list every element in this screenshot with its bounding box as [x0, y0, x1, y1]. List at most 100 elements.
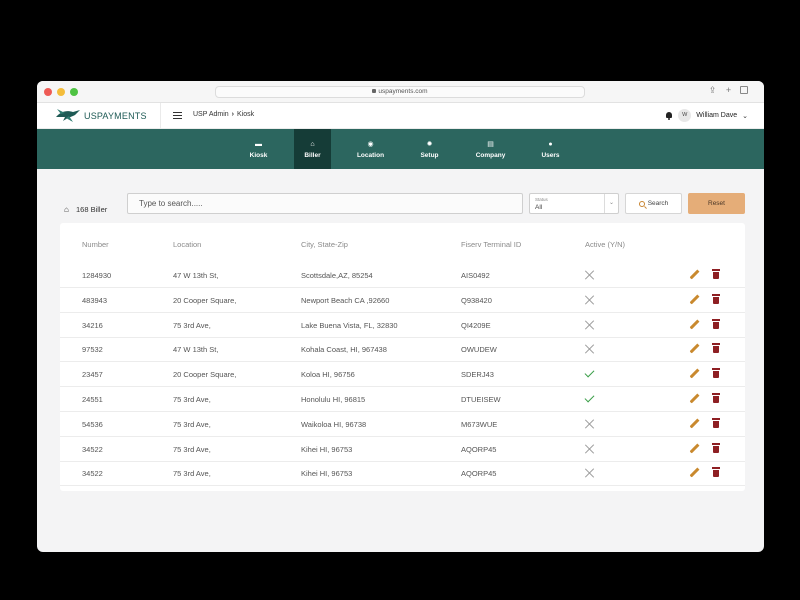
table-row[interactable]: 483943 20 Cooper Square, Newport Beach CA … [60, 288, 745, 313]
pencil-icon[interactable] [688, 467, 700, 479]
table-row[interactable]: 34522 75 3rd Ave, Kihei HI, 96753 AQORP45 [60, 437, 745, 462]
x-icon [585, 419, 595, 429]
menu-icon[interactable] [173, 112, 182, 119]
column-active[interactable]: Active (Y/N) [585, 240, 625, 249]
logo-text: USPAYMENTS [84, 111, 147, 121]
x-icon [585, 295, 595, 305]
avatar[interactable]: W [678, 109, 692, 122]
trash-icon[interactable] [712, 467, 720, 478]
close-window-button[interactable] [44, 88, 52, 96]
table-row[interactable]: 97532 47 W 13th St, Kohala Coast, HI, 9674… [60, 337, 745, 363]
pencil-icon[interactable] [688, 294, 700, 306]
trash-icon[interactable] [712, 417, 720, 428]
breadcrumb-usp-admin[interactable]: USP Admin [193, 111, 229, 118]
nav-kiosk[interactable]: ▬ Kiosk [240, 129, 277, 169]
filter-toolbar: ⌂ 168 Biller Status All ⌄ Search Reset [37, 169, 764, 219]
trash-icon[interactable] [712, 368, 720, 379]
pencil-icon[interactable] [688, 368, 700, 380]
reset-button[interactable]: Reset [688, 193, 745, 214]
lock-icon [372, 89, 377, 93]
breadcrumb: USP Admin › Kiosk [193, 111, 254, 118]
table-row[interactable]: 34522 75 3rd Ave, Kihei HI, 96753 AQORP45 [60, 461, 745, 487]
table-row[interactable]: 34216 75 3rd Ave, Lake Buena Vista, FL, 32… [60, 313, 745, 338]
column-location[interactable]: Location [173, 240, 201, 249]
pencil-icon[interactable] [688, 269, 700, 281]
status-value: All [535, 204, 543, 211]
table-row[interactable]: 1284930 47 W 13th St, Scottsdale,AZ, 85254… [60, 263, 745, 288]
setup-icon: ✹ [426, 141, 433, 148]
nav-biller-label: Biller [304, 152, 321, 159]
cell-terminal-id: DTUEISEW [461, 395, 501, 404]
location-icon: ◉ [367, 141, 374, 148]
cell-number: 34522 [82, 444, 103, 454]
biller-count-text: 168 Biller [76, 205, 108, 214]
pencil-icon[interactable] [688, 393, 700, 405]
table-row[interactable]: 54536 75 3rd Ave, Waikoloa HI, 96738 M673WU… [60, 412, 745, 437]
users-icon: ● [548, 141, 553, 148]
address-bar[interactable]: uspayments.com [215, 86, 585, 98]
x-icon [585, 320, 595, 330]
chevron-down-icon[interactable]: ⌄ [604, 194, 618, 213]
maximize-window-button[interactable] [70, 88, 78, 96]
trash-icon[interactable] [712, 343, 720, 354]
cell-location: 75 3rd Ave, [173, 395, 211, 404]
cell-number: 23457 [82, 370, 103, 380]
x-icon [585, 344, 595, 354]
minimize-window-button[interactable] [57, 88, 65, 96]
trash-icon[interactable] [712, 442, 720, 453]
cell-location: 75 3rd Ave, [173, 444, 211, 454]
cell-number: 34522 [82, 469, 103, 479]
pencil-icon[interactable] [688, 343, 700, 355]
nav-company[interactable]: ▤ Company [472, 129, 509, 169]
cell-terminal-id: AQORP45 [461, 469, 497, 479]
chevron-down-icon[interactable]: ⌄ [742, 112, 748, 120]
cell-city-state-zip: Kohala Coast, HI, 967438 [301, 345, 387, 355]
bell-icon[interactable] [665, 111, 673, 120]
search-button-label: Search [647, 200, 669, 207]
trash-icon[interactable] [712, 318, 720, 329]
nav-setup[interactable]: ✹ Setup [411, 129, 448, 169]
cell-terminal-id: AQORP45 [461, 444, 497, 454]
breadcrumb-kiosk[interactable]: Kiosk [237, 111, 254, 118]
nav-location-label: Location [356, 152, 385, 159]
cell-terminal-id: SDERJ43 [461, 370, 494, 380]
column-city-state-zip[interactable]: City, State-Zip [301, 240, 348, 249]
nav-biller[interactable]: ⌂ Biller [294, 129, 331, 169]
cell-terminal-id: OWUDEW [461, 345, 497, 355]
table-row[interactable]: 23457 20 Cooper Square, Koloa HI, 96756 SDE… [60, 362, 745, 388]
cell-number: 483943 [82, 295, 108, 305]
cell-number: 54536 [82, 419, 103, 429]
bank-icon: ⌂ [310, 141, 315, 148]
logo[interactable]: USPAYMENTS [55, 108, 147, 124]
pencil-icon[interactable] [688, 418, 700, 430]
trash-icon[interactable] [712, 393, 720, 403]
trash-icon[interactable] [712, 293, 720, 304]
cell-location: 75 3rd Ave, [173, 469, 211, 479]
nav-company-label: Company [475, 152, 506, 159]
nav-users[interactable]: ● Users [532, 129, 569, 169]
cell-terminal-id: QI4209E [461, 320, 491, 330]
user-name[interactable]: William Dave [696, 112, 737, 119]
table-row[interactable]: 24551 75 3rd Ave, Honolulu HI, 96815 DTUEIS… [60, 387, 745, 412]
pencil-icon[interactable] [688, 443, 700, 455]
status-label: Status [535, 197, 548, 202]
status-select[interactable]: Status All ⌄ [529, 193, 619, 214]
search-input[interactable] [127, 193, 523, 214]
nav-kiosk-label: Kiosk [249, 152, 268, 159]
trash-icon[interactable] [712, 269, 720, 279]
biller-table: Number Location City, State-Zip Fiserv T… [60, 223, 745, 491]
new-tab-icon[interactable]: + [724, 86, 733, 95]
pencil-icon[interactable] [688, 319, 700, 331]
nav-location[interactable]: ◉ Location [352, 129, 389, 169]
share-icon[interactable]: ⇪ [708, 86, 717, 95]
cell-location: 75 3rd Ave, [173, 419, 211, 429]
search-button[interactable]: Search [625, 193, 682, 214]
main-nav: ▬ Kiosk ⌂ Biller ◉ Location ✹ Setup ▤ Co… [37, 129, 764, 169]
column-terminal-id[interactable]: Fiserv Terminal ID [461, 240, 521, 249]
column-number[interactable]: Number [82, 240, 109, 249]
cell-number: 34216 [82, 320, 103, 330]
cell-city-state-zip: Koloa HI, 96756 [301, 370, 355, 380]
tabs-overview-icon[interactable] [740, 86, 748, 94]
cell-city-state-zip: Waikoloa HI, 96738 [301, 419, 367, 429]
cell-terminal-id: M673WUE [461, 419, 498, 429]
